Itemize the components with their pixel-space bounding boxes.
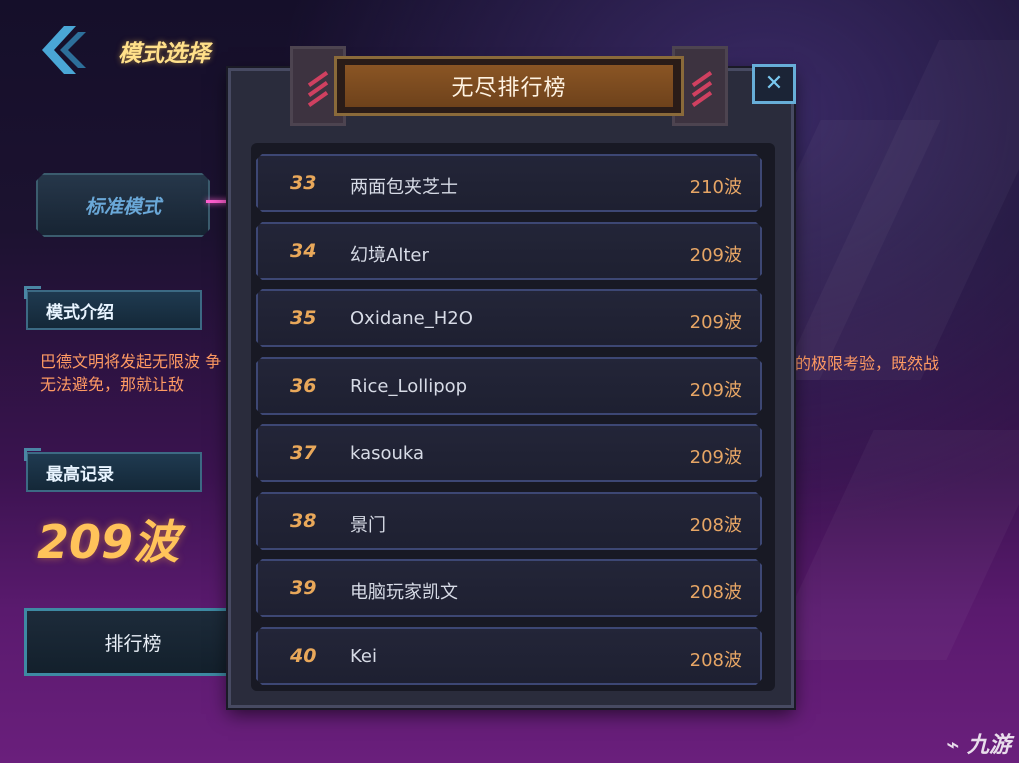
row-player-name: Kei [350,646,377,667]
leaderboard-row[interactable]: 37 kasouka 209波 [256,424,762,482]
row-rank: 36 [290,375,317,397]
row-rank: 34 [290,240,317,262]
best-record-heading: 最高记录 [24,448,202,492]
back-button[interactable] [36,22,88,78]
watermark-text: 九游 [966,733,1011,758]
mode-intro-heading: 模式介绍 [24,286,202,330]
chevron-left-icon [42,26,86,74]
mode-tab-label: 标准模式 [84,195,161,218]
modal-title: 无尽排行榜 [451,76,567,101]
row-player-name: 电脑玩家凯文 [350,582,458,603]
row-player-name: 两面包夹芝士 [350,177,458,198]
row-score: 209波 [689,380,742,401]
leaderboard-row[interactable]: 38 景门 208波 [256,492,762,550]
row-player-name: 景门 [350,515,386,536]
watermark-logo-icon: ⌁ [946,733,960,758]
leaderboard-row[interactable]: 39 电脑玩家凯文 208波 [256,559,762,617]
row-score: 208波 [689,650,742,671]
leaderboard-row[interactable]: 36 Rice_Lollipop 209波 [256,357,762,415]
row-player-name: kasouka [350,443,425,464]
row-score: 209波 [689,447,742,468]
row-rank: 37 [290,442,317,464]
mode-intro-text: 巴德文明将发起无限波 争无法避免，那就让敌 [40,352,222,394]
close-button[interactable]: ✕ [752,64,796,104]
leaderboard-button-label: 排行榜 [104,632,162,655]
row-score: 210波 [689,177,742,198]
row-player-name: 幻境Alter [350,245,429,266]
close-icon: ✕ [764,71,784,96]
title-bar: 无尽排行榜 [334,56,684,116]
mode-intro-text-right: 的极限考验，既然战 [795,354,940,373]
row-score: 209波 [689,245,742,266]
row-player-name: Oxidane_H2O [350,308,473,329]
row-player-name: Rice_Lollipop [350,376,468,397]
best-record-heading-label: 最高记录 [46,464,114,485]
site-watermark: ⌁ 九游 [946,727,1011,759]
row-rank: 33 [290,172,317,194]
background-shape [766,430,1019,660]
row-rank: 39 [290,577,317,599]
leaderboard-row[interactable]: 34 幻境Alter 209波 [256,222,762,280]
best-record-value: 209波 [37,515,180,569]
mode-intro-heading-label: 模式介绍 [46,302,114,323]
row-score: 208波 [689,515,742,536]
leaderboard-row[interactable]: 33 两面包夹芝士 210波 [256,154,762,212]
row-rank: 35 [290,307,317,329]
tab-connector [206,200,230,203]
row-score: 209波 [689,312,742,333]
leaderboard-row[interactable]: 40 Kei 208波 [256,627,762,685]
row-rank: 40 [290,645,317,667]
leaderboard-button[interactable]: 排行榜 [24,608,234,676]
row-score: 208波 [689,582,742,603]
modal-title-plate: 无尽排行榜 [290,46,728,126]
row-rank: 38 [290,510,317,532]
leaderboard-row[interactable]: 35 Oxidane_H2O 209波 [256,289,762,347]
standard-mode-tab[interactable]: 标准模式 [36,173,210,237]
page-title: 模式选择 [118,41,210,67]
title-bar-inner: 无尽排行榜 [345,65,673,107]
